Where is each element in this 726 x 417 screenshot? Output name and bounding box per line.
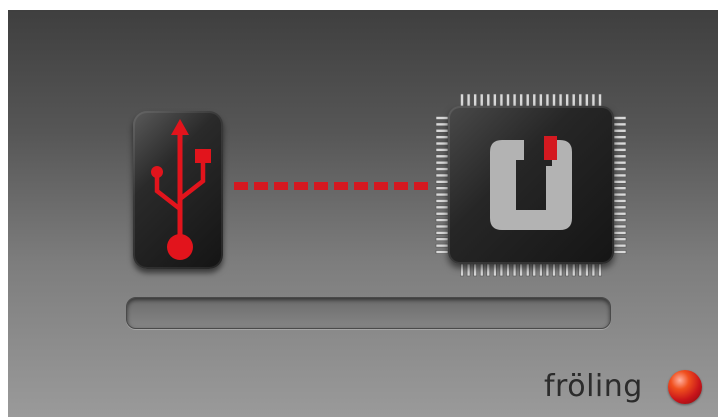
update-screen: fröling xyxy=(8,10,718,417)
controller-chip xyxy=(434,92,630,280)
transfer-link xyxy=(234,182,430,190)
update-progress-bar xyxy=(126,297,611,329)
chip-body xyxy=(448,106,614,264)
microcontroller-chip-icon xyxy=(490,136,572,230)
logo-ball-icon xyxy=(668,370,702,404)
logo-text: fröling xyxy=(544,369,643,404)
usb-drive xyxy=(133,111,223,269)
froling-logo: fröling xyxy=(544,367,706,407)
usb-icon xyxy=(151,119,211,260)
